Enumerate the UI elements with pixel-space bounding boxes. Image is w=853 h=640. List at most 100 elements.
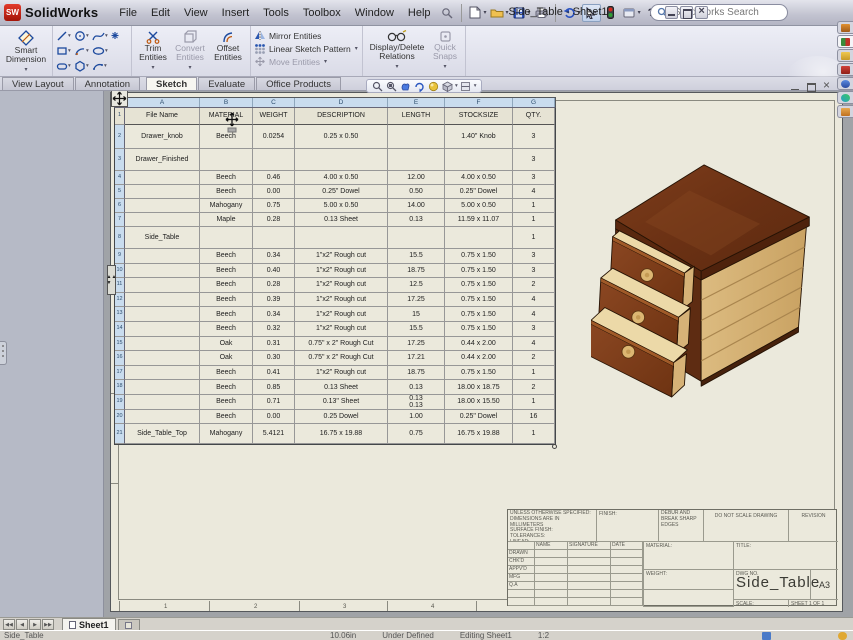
table-cell[interactable]: 0.50 bbox=[388, 185, 445, 199]
row-header[interactable]: 3 bbox=[115, 149, 125, 171]
last-sheet-button[interactable]: ▶▶ bbox=[42, 619, 54, 630]
row-header[interactable]: 14 bbox=[115, 322, 125, 337]
row-header[interactable]: 12 bbox=[115, 293, 125, 308]
tab-annotation[interactable]: Annotation bbox=[75, 77, 140, 90]
table-cell[interactable]: Oak bbox=[200, 337, 253, 352]
table-cell[interactable]: Beech bbox=[200, 380, 253, 395]
tab-custom-properties[interactable] bbox=[837, 91, 853, 104]
display-style-icon[interactable] bbox=[460, 81, 471, 92]
table-cell[interactable] bbox=[125, 171, 200, 185]
panel-handle[interactable] bbox=[0, 341, 7, 365]
table-cell[interactable] bbox=[125, 213, 200, 227]
table-cell[interactable] bbox=[295, 149, 388, 171]
table-cell[interactable] bbox=[200, 227, 253, 249]
row-header[interactable]: 19 bbox=[115, 395, 125, 410]
table-row[interactable]: 14 Beech0.321"x2" Rough cut15.50.75 x 1.5… bbox=[115, 322, 555, 337]
table-cell[interactable]: STOCKSIZE bbox=[445, 108, 513, 125]
table-cell[interactable] bbox=[253, 227, 295, 249]
table-cell[interactable]: 5.00 x 0.50 bbox=[295, 199, 388, 213]
table-cell[interactable]: 0.75 x 1.50 bbox=[445, 307, 513, 322]
offset-entities-button[interactable]: Offset Entities bbox=[209, 28, 247, 63]
table-cell[interactable]: 0.25" Dowel bbox=[445, 410, 513, 425]
graphics-area[interactable]: 1234 ABCDEFG 1File NameMATERIALWEIGHTDES… bbox=[104, 91, 853, 617]
table-cell[interactable]: Side_Table_Top bbox=[125, 424, 200, 444]
table-cell[interactable] bbox=[125, 264, 200, 279]
table-cell[interactable]: 17.21 bbox=[388, 351, 445, 366]
table-cell[interactable]: 15.5 bbox=[388, 322, 445, 337]
table-cell[interactable]: 1"x2" Rough cut bbox=[295, 322, 388, 337]
table-cell[interactable]: 0.00 bbox=[253, 185, 295, 199]
shaded-view-icon[interactable] bbox=[428, 81, 439, 92]
table-cell[interactable] bbox=[125, 380, 200, 395]
table-cell[interactable] bbox=[125, 307, 200, 322]
table-cell[interactable]: 0.34 bbox=[253, 307, 295, 322]
table-cell[interactable]: 18.75 bbox=[388, 264, 445, 279]
table-cell[interactable]: Beech bbox=[200, 322, 253, 337]
table-row[interactable]: 4Beech0.464.00 x 0.5012.004.00 x 0.503 bbox=[115, 171, 555, 185]
table-cell[interactable]: 3 bbox=[513, 149, 555, 171]
table-cell[interactable]: 0.75 x 1.50 bbox=[445, 293, 513, 308]
row-header[interactable]: 18 bbox=[115, 380, 125, 395]
table-cell[interactable] bbox=[388, 149, 445, 171]
table-cell[interactable]: 4 bbox=[513, 185, 555, 199]
table-cell[interactable]: 18.00 x 15.50 bbox=[445, 395, 513, 410]
spline-tool[interactable]: ▾ bbox=[92, 30, 110, 42]
table-cell[interactable]: 1 bbox=[513, 424, 555, 444]
table-cell[interactable]: 17.25 bbox=[388, 293, 445, 308]
table-cell[interactable]: 16.75 x 19.88 bbox=[295, 424, 388, 444]
table-scroll-grip[interactable]: ▲▲▼ bbox=[107, 265, 116, 295]
display-delete-relations-button[interactable]: Display/Delete Relations ▾ bbox=[366, 28, 428, 70]
row-header[interactable]: 20 bbox=[115, 410, 125, 425]
table-cell[interactable]: 0.75 x 1.50 bbox=[445, 366, 513, 381]
table-cell[interactable]: 15.5 bbox=[388, 249, 445, 264]
table-cell[interactable]: WEIGHT bbox=[253, 108, 295, 125]
menu-tools[interactable]: Tools bbox=[256, 4, 296, 22]
table-cell[interactable]: 3 bbox=[513, 171, 555, 185]
row-header[interactable]: 8 bbox=[115, 227, 125, 249]
table-cell[interactable]: Mahogany bbox=[200, 199, 253, 213]
table-cell[interactable]: 1 bbox=[513, 199, 555, 213]
table-cell[interactable]: 1 bbox=[513, 395, 555, 410]
table-row[interactable]: 15Oak0.310.75" x 2" Rough Cut17.250.44 x… bbox=[115, 337, 555, 352]
table-row[interactable]: 5Beech0.000.25" Dowel0.500.25" Dowel4 bbox=[115, 185, 555, 199]
bom-table[interactable]: ABCDEFG 1File NameMATERIALWEIGHTDESCRIPT… bbox=[114, 97, 556, 445]
table-cell[interactable]: 0.13 0.13 bbox=[388, 395, 445, 410]
table-cell[interactable]: 15 bbox=[388, 307, 445, 322]
table-cell[interactable]: 1 bbox=[513, 227, 555, 249]
table-cell[interactable]: DESCRIPTION bbox=[295, 108, 388, 125]
table-cell[interactable]: 0.85 bbox=[253, 380, 295, 395]
tab-sketch[interactable]: Sketch bbox=[146, 77, 197, 90]
dropdown-caret-icon[interactable]: ▾ bbox=[455, 83, 458, 89]
table-cell[interactable]: 11.59 x 11.07 bbox=[445, 213, 513, 227]
table-cell[interactable]: Side_Table bbox=[125, 227, 200, 249]
table-row[interactable]: 6Mahogany0.755.00 x 0.5014.005.00 x 0.50… bbox=[115, 199, 555, 213]
table-resize-handle[interactable] bbox=[552, 444, 557, 449]
table-cell[interactable]: 1"x2" Rough cut bbox=[295, 366, 388, 381]
table-cell[interactable] bbox=[125, 410, 200, 425]
row-header[interactable]: 6 bbox=[115, 199, 125, 213]
table-row[interactable]: 8Side_Table 1 bbox=[115, 227, 555, 249]
table-cell[interactable]: 0.75" x 2" Rough Cut bbox=[295, 351, 388, 366]
drawing-sheet[interactable]: 1234 ABCDEFG 1File NameMATERIALWEIGHTDES… bbox=[110, 92, 843, 612]
menu-help[interactable]: Help bbox=[401, 4, 438, 22]
table-cell[interactable]: 0.32 bbox=[253, 322, 295, 337]
menu-insert[interactable]: Insert bbox=[215, 4, 257, 22]
row-header[interactable]: 1 bbox=[115, 108, 125, 125]
table-cell[interactable]: 0.75 x 1.50 bbox=[445, 249, 513, 264]
view-orientation-icon[interactable] bbox=[442, 81, 453, 92]
table-move-handle-icon[interactable] bbox=[111, 91, 128, 107]
table-cell[interactable]: Beech bbox=[200, 171, 253, 185]
dropdown-caret-icon[interactable]: ▾ bbox=[474, 83, 477, 89]
table-cell[interactable]: 0.25 Dowel bbox=[295, 410, 388, 425]
status-help-icon[interactable] bbox=[762, 632, 771, 640]
table-cell[interactable]: Oak bbox=[200, 351, 253, 366]
table-cell[interactable]: Beech bbox=[200, 264, 253, 279]
row-header[interactable]: 15 bbox=[115, 337, 125, 352]
table-cell[interactable]: 2 bbox=[513, 380, 555, 395]
tab-document-recovery[interactable] bbox=[837, 105, 853, 118]
table-cell[interactable]: 0.75 x 1.50 bbox=[445, 322, 513, 337]
tab-appearances[interactable] bbox=[837, 77, 853, 90]
table-row[interactable]: 1File NameMATERIALWEIGHTDESCRIPTIONLENGT… bbox=[115, 108, 555, 125]
table-cell[interactable]: QTY. bbox=[513, 108, 555, 125]
pan-icon[interactable] bbox=[400, 81, 411, 92]
